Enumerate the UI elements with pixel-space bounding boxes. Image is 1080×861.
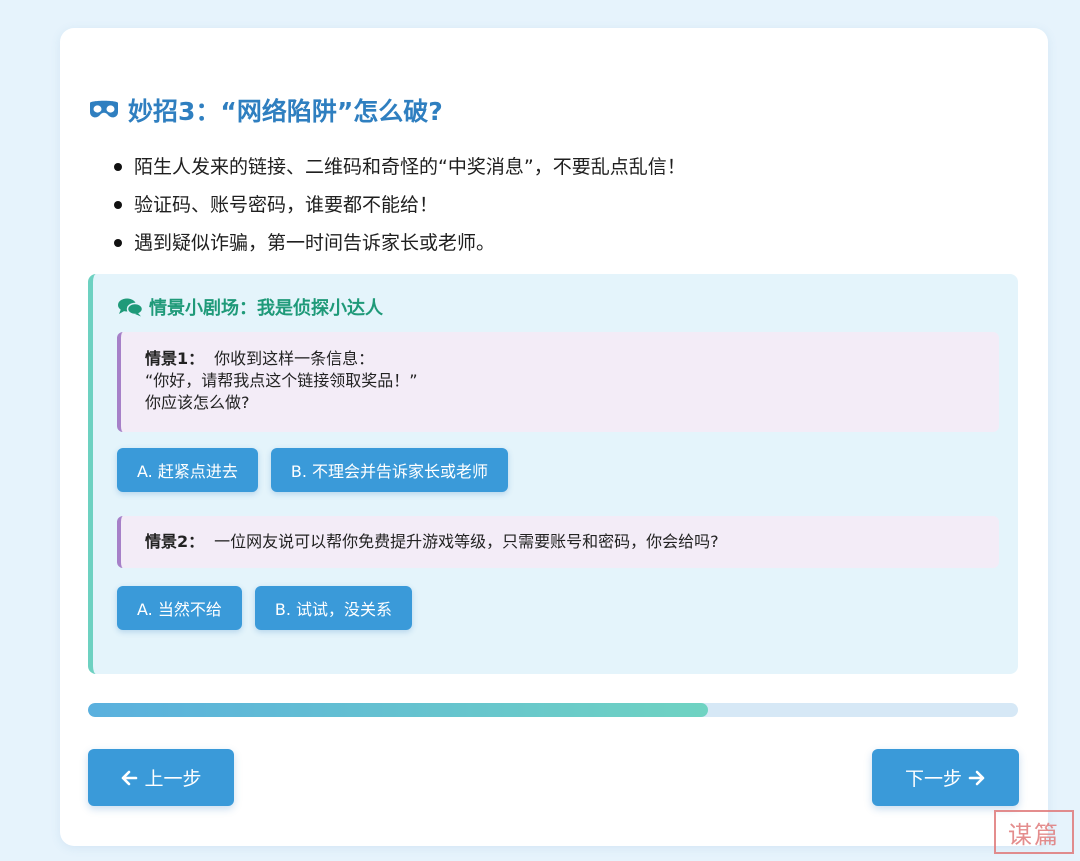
case-text: 你收到这样一条信息：: [214, 349, 375, 368]
case-label: 情景2：: [145, 532, 205, 551]
comments-icon: [118, 298, 143, 317]
scenario-case-1: 情景1： 你收到这样一条信息： “你好，请帮我点这个链接领取奖品！” 你应该怎么做…: [117, 332, 999, 432]
prev-step-button[interactable]: 上一步: [88, 749, 234, 806]
tip-item: 遇到疑似诈骗，第一时间告诉家长或老师。: [110, 224, 686, 262]
mask-icon: [90, 100, 118, 118]
content-card: 妙招3：“网络陷阱”怎么破? 陌生人发来的链接、二维码和奇怪的“中奖消息”，不要…: [60, 28, 1048, 846]
case-text: “你好，请帮我点这个链接领取奖品！”: [145, 371, 418, 390]
case-2-options: A. 当然不给 B. 试试，没关系: [117, 586, 412, 630]
arrow-left-icon: [122, 770, 138, 785]
next-step-label: 下一步: [904, 768, 962, 790]
scenario-title: 情景小剧场：我是侦探小达人: [117, 294, 383, 320]
next-step-button[interactable]: 下一步: [872, 749, 1019, 806]
progress-bar-fill: [88, 703, 709, 717]
case-1-option-a-button[interactable]: A. 赶紧点进去: [117, 448, 258, 492]
case-2-option-b-button[interactable]: B. 试试，没关系: [254, 586, 412, 630]
case-1-options: A. 赶紧点进去 B. 不理会并告诉家长或老师: [117, 448, 508, 492]
scenario-panel: 情景小剧场：我是侦探小达人 情景1： 你收到这样一条信息： “你好，请帮我点这个链…: [88, 274, 1018, 674]
case-1-option-b-button[interactable]: B. 不理会并告诉家长或老师: [270, 448, 508, 492]
tip-item: 陌生人发来的链接、二维码和奇怪的“中奖消息”，不要乱点乱信！: [110, 148, 686, 186]
case-label: 情景1：: [145, 349, 205, 368]
scenario-case-2: 情景2： 一位网友说可以帮你免费提升游戏等级，只需要账号和密码，你会给吗?: [117, 516, 999, 568]
case-text: 你应该怎么做?: [145, 393, 250, 412]
case-2-option-a-button[interactable]: A. 当然不给: [117, 586, 242, 630]
tips-list: 陌生人发来的链接、二维码和奇怪的“中奖消息”，不要乱点乱信！ 验证码、账号密码，…: [110, 148, 686, 262]
tip-item: 验证码、账号密码，谁要都不能给！: [110, 186, 686, 224]
progress-bar: [88, 703, 1018, 717]
section-title-text: 妙招3：“网络陷阱”怎么破?: [128, 97, 443, 126]
arrow-right-icon: [968, 770, 985, 785]
prev-step-label: 上一步: [144, 768, 202, 790]
scenario-title-text: 情景小剧场：我是侦探小达人: [149, 298, 383, 319]
section-title: 妙招3：“网络陷阱”怎么破?: [88, 92, 443, 128]
watermark-seal: 谋篇: [994, 810, 1074, 854]
case-text: 一位网友说可以帮你免费提升游戏等级，只需要账号和密码，你会给吗?: [214, 532, 719, 551]
